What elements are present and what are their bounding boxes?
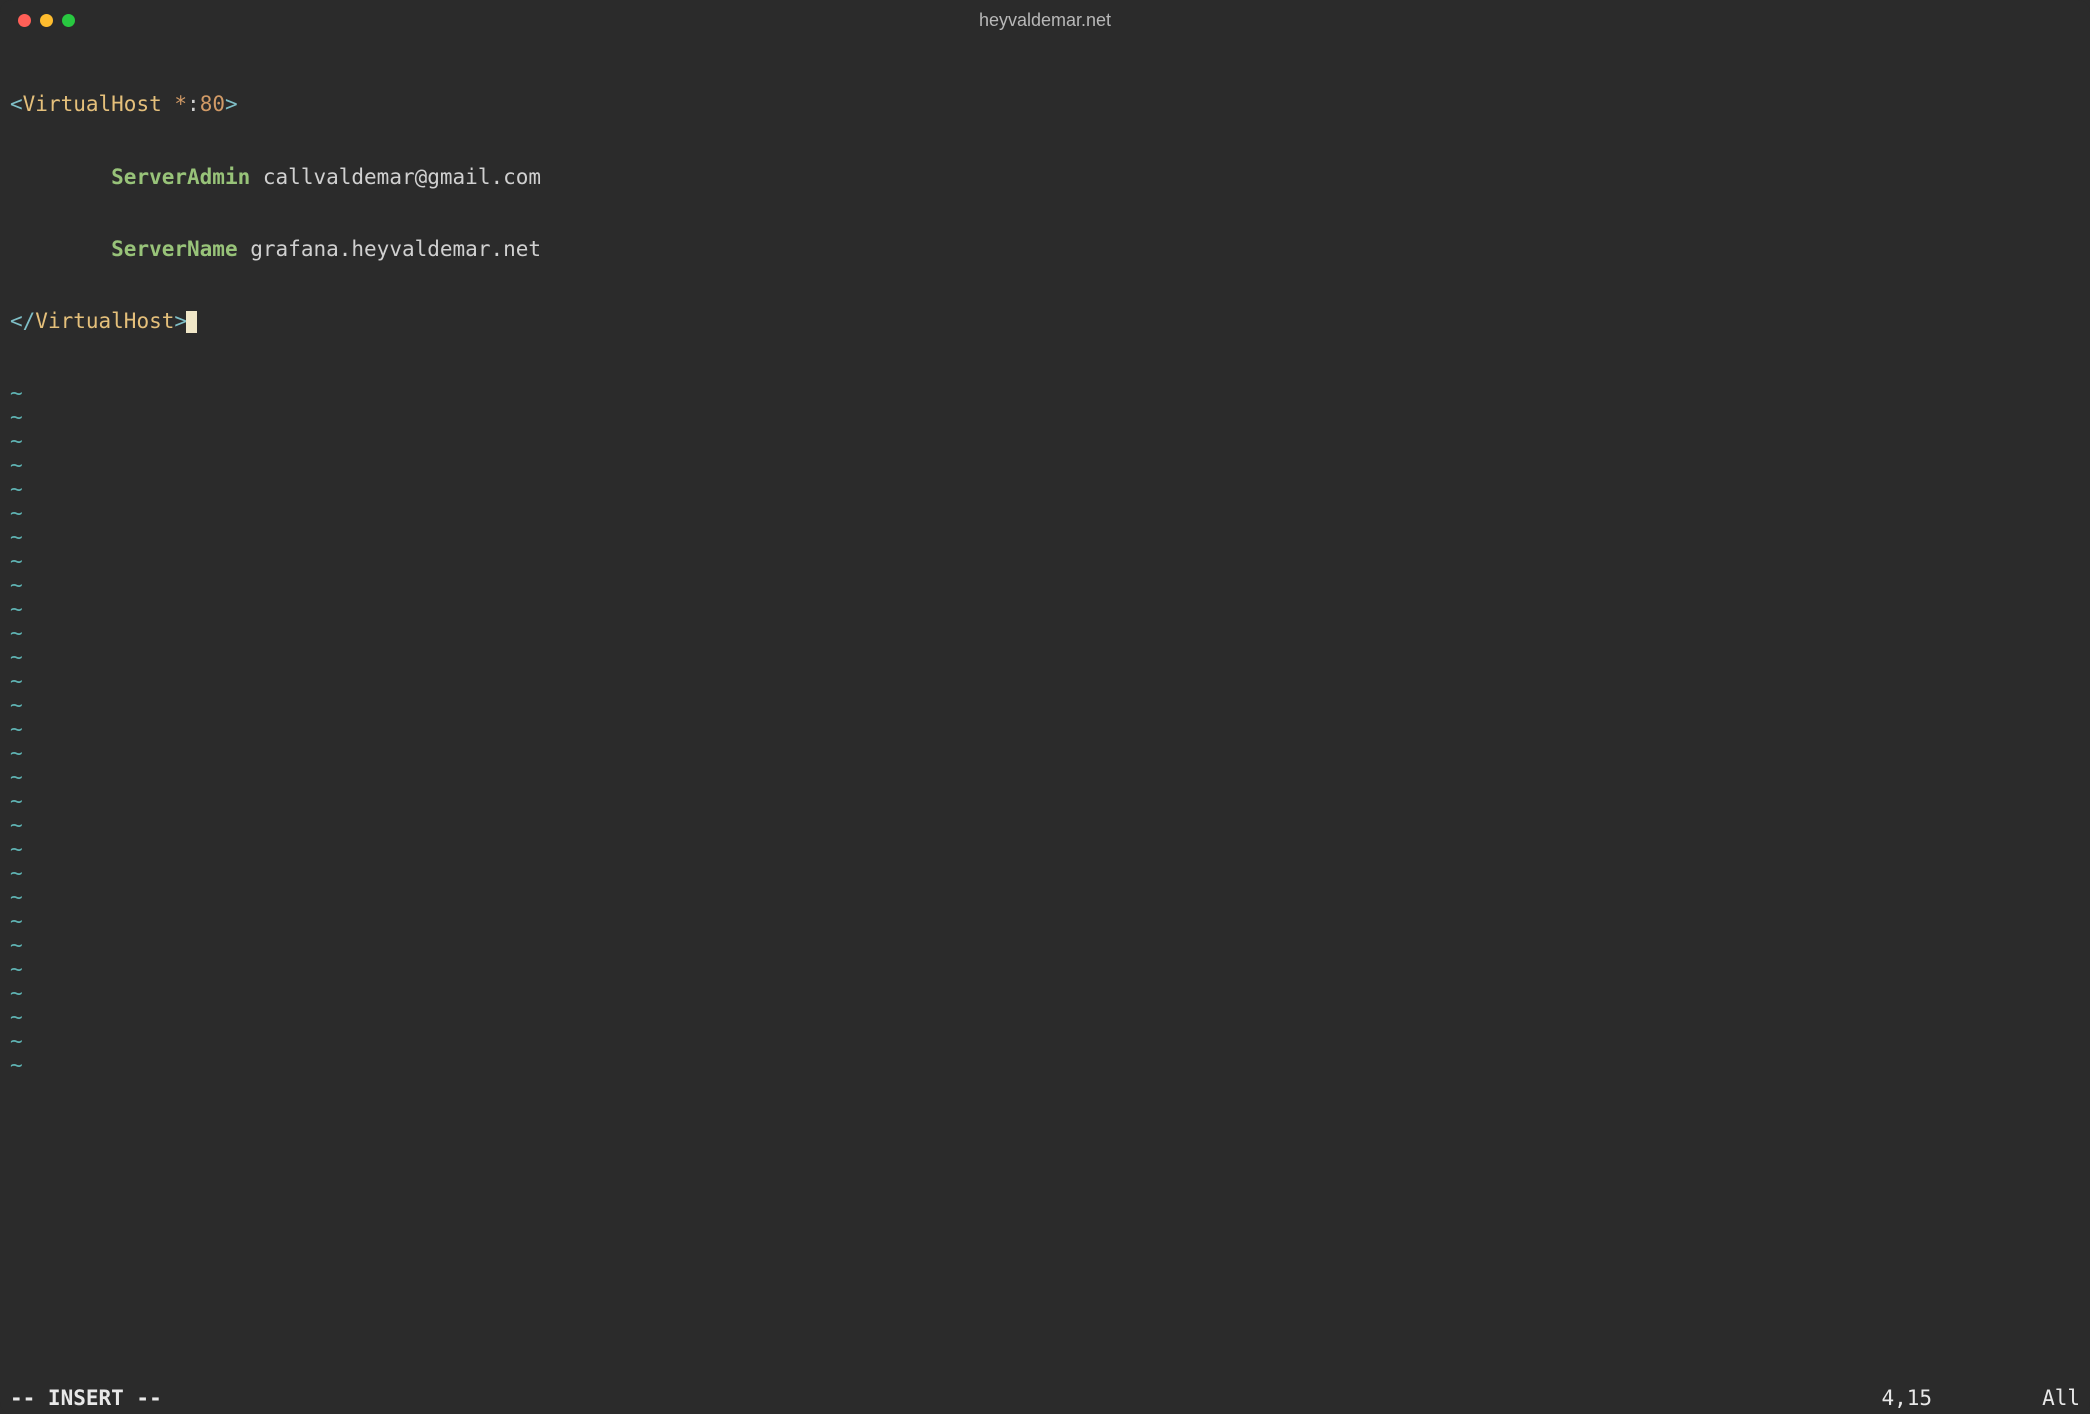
wildcard: *	[174, 92, 187, 116]
empty-line-marker: ~	[10, 837, 2080, 861]
empty-line-marker: ~	[10, 573, 2080, 597]
titlebar: heyvaldemar.net	[0, 0, 2090, 40]
code-line: <VirtualHost *:80>	[10, 92, 2080, 116]
empty-line-marker: ~	[10, 405, 2080, 429]
window-title: heyvaldemar.net	[979, 10, 1111, 31]
empty-line-marker: ~	[10, 597, 2080, 621]
empty-line-marker: ~	[10, 909, 2080, 933]
tag-name: VirtualHost	[23, 92, 162, 116]
vim-mode: -- INSERT --	[10, 1386, 162, 1410]
empty-line-marker: ~	[10, 693, 2080, 717]
empty-line-marker: ~	[10, 981, 2080, 1005]
empty-line-marker: ~	[10, 381, 2080, 405]
tag-name: VirtualHost	[35, 309, 174, 333]
empty-line-marker: ~	[10, 717, 2080, 741]
empty-line-marker: ~	[10, 1005, 2080, 1029]
empty-line-marker: ~	[10, 741, 2080, 765]
cursor-position: 4,15	[1881, 1386, 1932, 1410]
code-line: ServerName grafana.heyvaldemar.net	[10, 237, 2080, 261]
empty-line-marker: ~	[10, 645, 2080, 669]
text-cursor	[186, 311, 197, 333]
empty-line-marker: ~	[10, 453, 2080, 477]
empty-line-marker: ~	[10, 933, 2080, 957]
editor-area[interactable]: <VirtualHost *:80> ServerAdmin callvalde…	[0, 40, 2090, 1386]
empty-lines: ~~~~~~~~~~~~~~~~~~~~~~~~~~~~~	[10, 381, 2080, 1077]
window-controls	[18, 14, 75, 27]
port-number: 80	[200, 92, 225, 116]
angle-bracket: </	[10, 309, 35, 333]
empty-line-marker: ~	[10, 549, 2080, 573]
terminal-window: heyvaldemar.net <VirtualHost *:80> Serve…	[0, 0, 2090, 1414]
empty-line-marker: ~	[10, 1029, 2080, 1053]
angle-bracket: <	[10, 92, 23, 116]
empty-line-marker: ~	[10, 789, 2080, 813]
directive-value: grafana.heyvaldemar.net	[250, 237, 541, 261]
empty-line-marker: ~	[10, 813, 2080, 837]
maximize-icon[interactable]	[62, 14, 75, 27]
empty-line-marker: ~	[10, 885, 2080, 909]
empty-line-marker: ~	[10, 501, 2080, 525]
empty-line-marker: ~	[10, 477, 2080, 501]
close-icon[interactable]	[18, 14, 31, 27]
directive: ServerAdmin	[111, 165, 250, 189]
directive-value: callvaldemar@gmail.com	[263, 165, 541, 189]
empty-line-marker: ~	[10, 525, 2080, 549]
empty-line-marker: ~	[10, 669, 2080, 693]
empty-line-marker: ~	[10, 957, 2080, 981]
directive: ServerName	[111, 237, 237, 261]
scroll-percent: All	[2042, 1386, 2080, 1410]
status-bar: -- INSERT -- 4,15 All	[0, 1386, 2090, 1414]
empty-line-marker: ~	[10, 1053, 2080, 1077]
code-line: ServerAdmin callvaldemar@gmail.com	[10, 165, 2080, 189]
code-line: </VirtualHost>	[10, 309, 2080, 333]
empty-line-marker: ~	[10, 765, 2080, 789]
minimize-icon[interactable]	[40, 14, 53, 27]
empty-line-marker: ~	[10, 861, 2080, 885]
empty-line-marker: ~	[10, 621, 2080, 645]
empty-line-marker: ~	[10, 429, 2080, 453]
angle-bracket: >	[225, 92, 238, 116]
